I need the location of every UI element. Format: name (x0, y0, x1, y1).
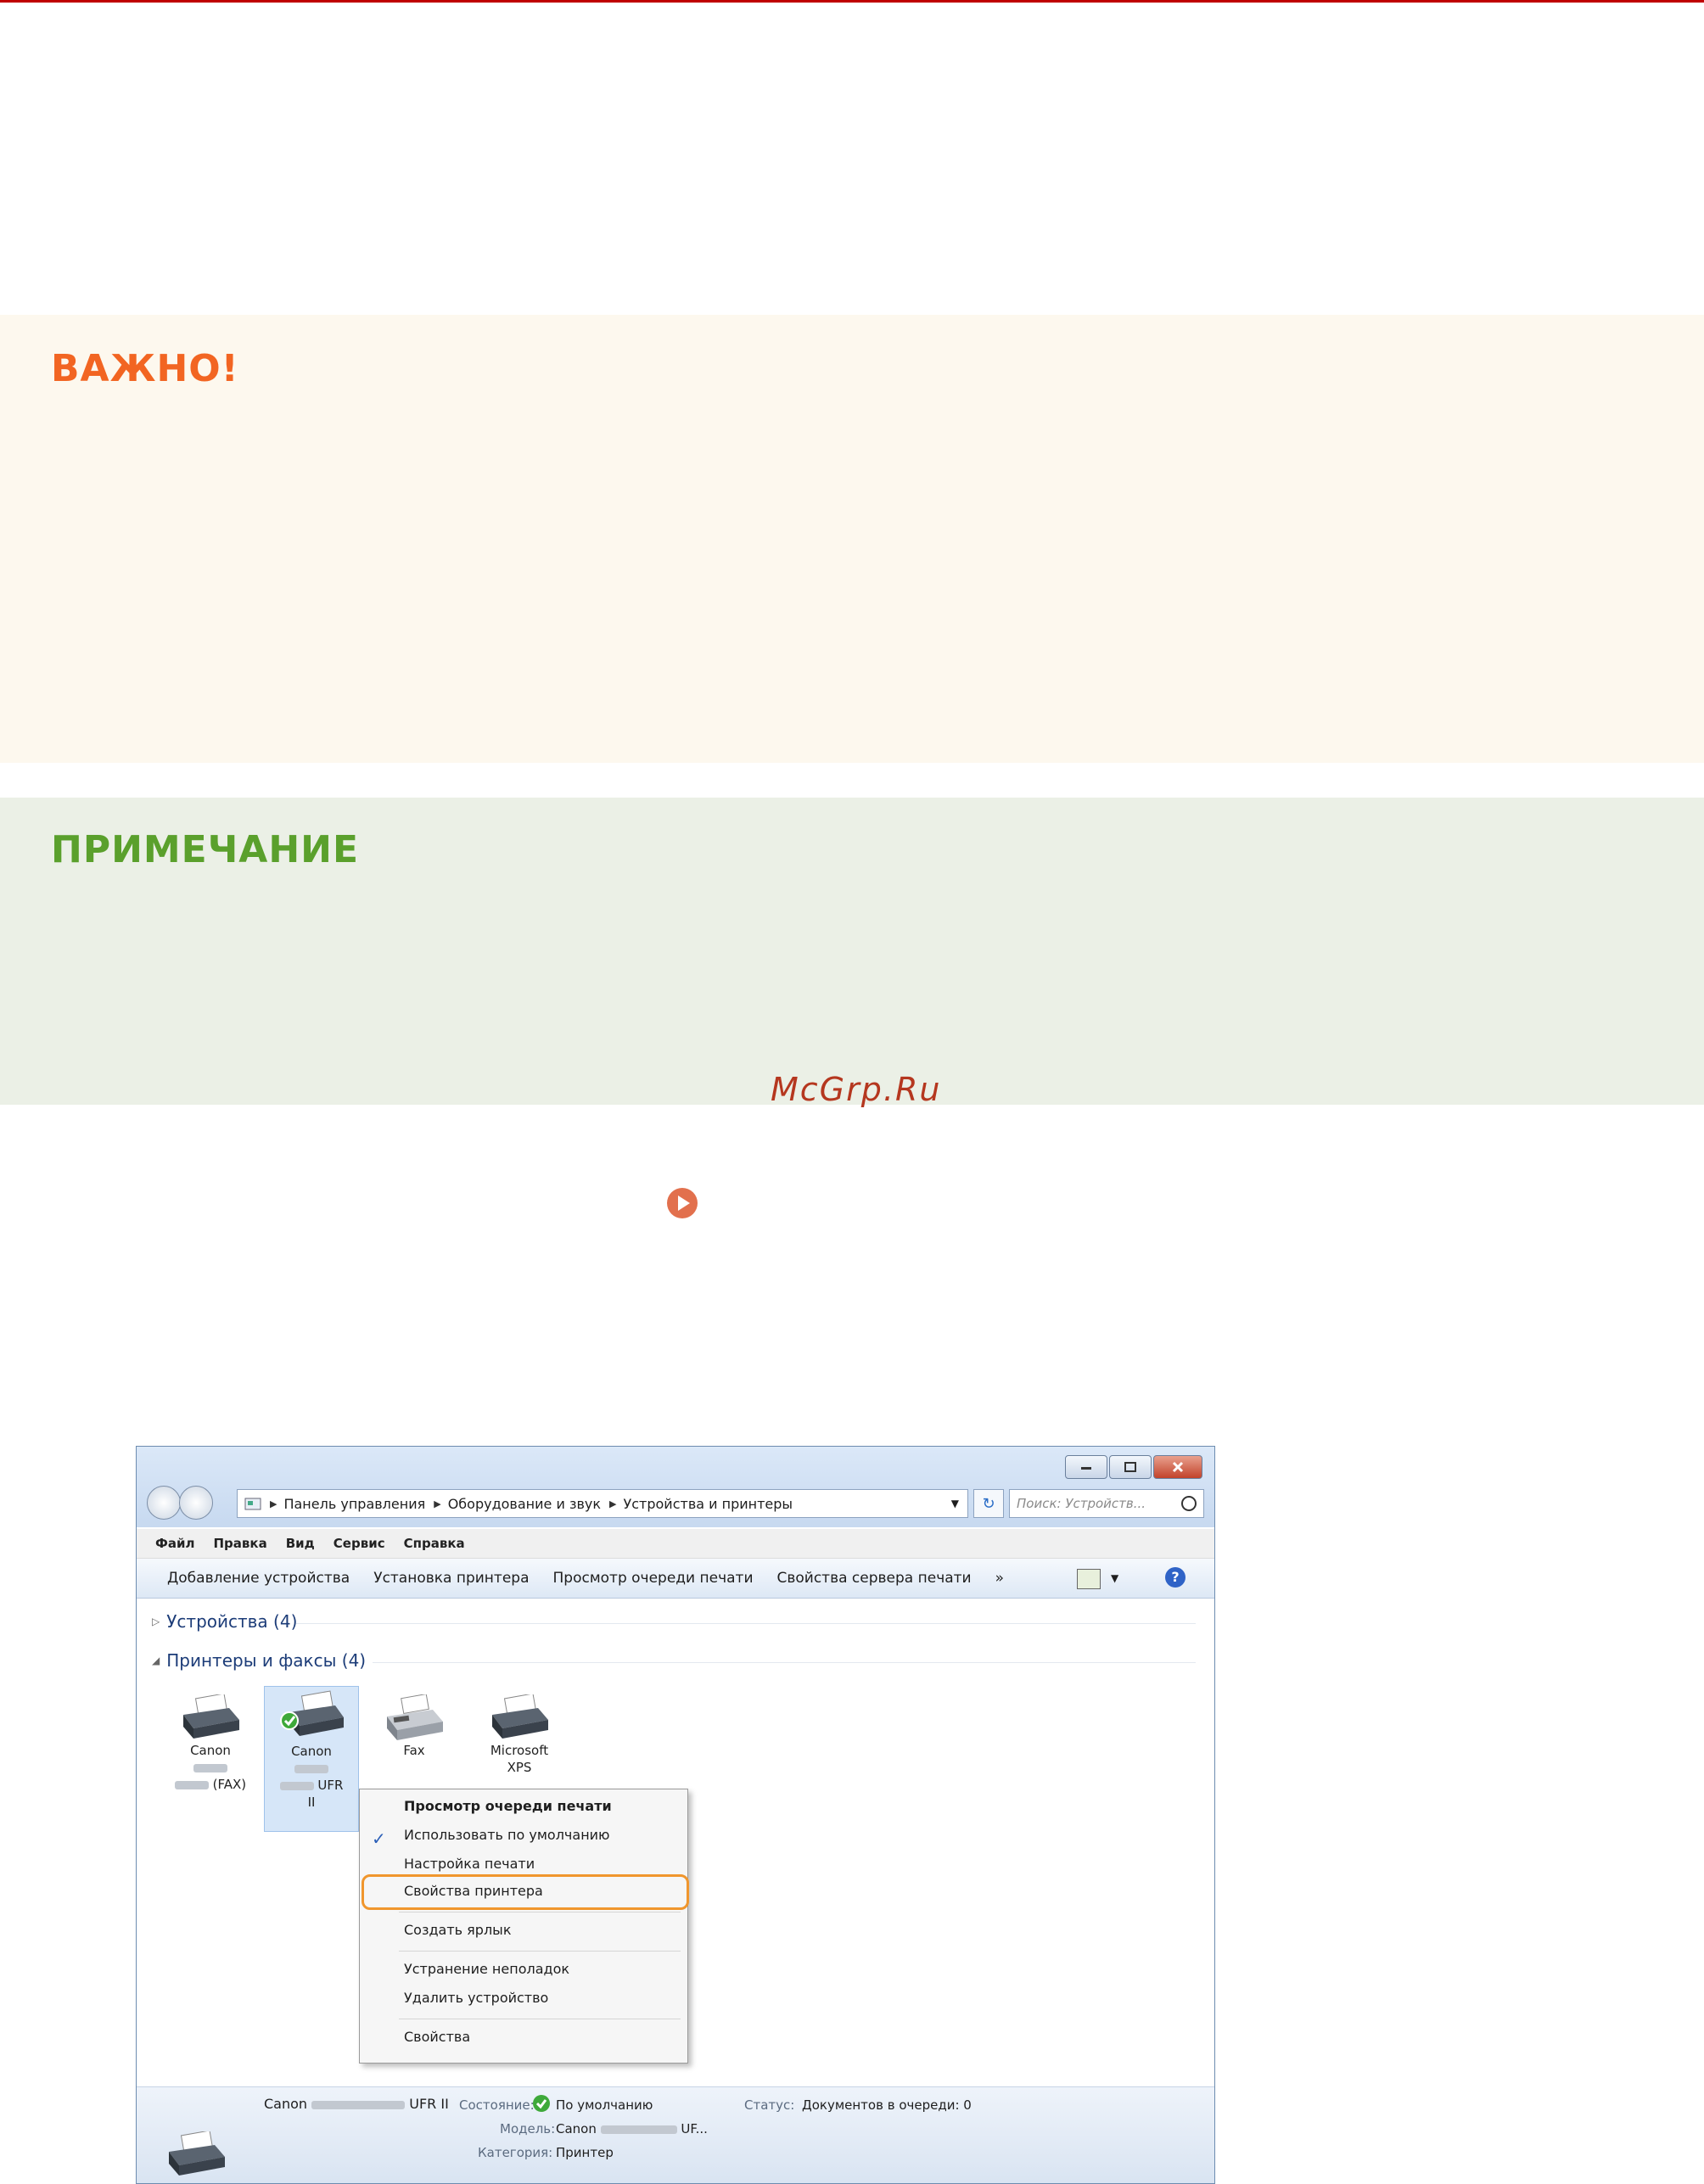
menu-file[interactable]: Файл (155, 1536, 195, 1551)
search-input[interactable]: Поиск: Устройств... (1009, 1489, 1204, 1518)
menu-item-printer-properties[interactable]: Свойства принтера (404, 1883, 543, 1899)
state-label: Состояние: (459, 2097, 535, 2113)
refresh-button[interactable]: ↻ (973, 1489, 1004, 1518)
important-box: ВАЖНО! (0, 315, 1704, 763)
top-rule (0, 0, 1704, 3)
menu-item-troubleshoot[interactable]: Устранение неполадок (404, 1961, 569, 1977)
menu-tools[interactable]: Сервис (334, 1536, 385, 1551)
devices-printers-window: ▶ Панель управления ▶ Оборудование и звук … (136, 1446, 1215, 2184)
model-label: Модель: (500, 2121, 556, 2136)
note-box: ПРИМЕЧАНИЕ (0, 798, 1704, 1105)
breadcrumb-devices-printers[interactable]: Устройства и принтеры (623, 1496, 793, 1512)
menu-item-create-shortcut[interactable]: Создать ярлык (404, 1922, 511, 1938)
minimize-button[interactable] (1065, 1455, 1107, 1479)
printer-icon (183, 1694, 239, 1739)
important-title: ВАЖНО! (51, 347, 239, 390)
window-titlebar: ▶ Панель управления ▶ Оборудование и звук … (137, 1447, 1214, 1527)
close-button[interactable] (1153, 1455, 1202, 1479)
menu-bar: Файл Правка Вид Сервис Справка (137, 1529, 1214, 1559)
details-pane: Canon UFR II Состояние: По умолчанию Ста… (137, 2086, 1214, 2183)
link-arrow-icon[interactable] (665, 1186, 699, 1220)
add-printer-button[interactable]: Установка принтера (373, 1570, 529, 1587)
maximize-icon (1124, 1462, 1136, 1472)
device-fax[interactable]: Fax (367, 1694, 461, 1759)
menu-edit[interactable]: Правка (214, 1536, 267, 1551)
view-queue-button[interactable]: Просмотр очереди печати (553, 1570, 754, 1587)
device-canon-fax[interactable]: Canon (FAX) (164, 1694, 257, 1793)
status-ok-icon (533, 2095, 550, 2112)
context-menu: Просмотр очереди печати ✓ Использовать п… (359, 1789, 689, 2064)
model-prefix: Canon (556, 2121, 597, 2136)
printer-large-icon (169, 2131, 225, 2176)
note-title: ПРИМЕЧАНИЕ (51, 828, 360, 871)
view-options-icon[interactable] (1077, 1569, 1101, 1589)
category-value: Принтер (556, 2145, 614, 2160)
checkmark-icon: ✓ (372, 1828, 386, 1849)
fax-icon (387, 1694, 443, 1740)
breadcrumb-control-panel[interactable]: Панель управления (283, 1496, 425, 1512)
view-dropdown-icon[interactable]: ▼ (1111, 1572, 1118, 1584)
control-panel-icon (244, 1498, 261, 1510)
back-button[interactable] (147, 1486, 181, 1520)
model-suffix: UF... (681, 2121, 708, 2136)
breadcrumb-hardware-sound[interactable]: Оборудование и звук (448, 1496, 601, 1512)
devices-section-header[interactable]: ▷ Устройства (4) (152, 1611, 1196, 1632)
more-commands-button[interactable]: » (995, 1570, 1004, 1587)
device-canon-ufr[interactable]: Canon UFR II (264, 1686, 359, 1832)
details-name-suffix: UFR II (409, 2096, 449, 2112)
printers-section-header[interactable]: ◢ Принтеры и факсы (4) (152, 1650, 1196, 1671)
details-name-prefix: Canon (264, 2096, 308, 2112)
status-label: Статус: (744, 2097, 795, 2113)
printer-icon (492, 1694, 548, 1739)
menu-item-remove-device[interactable]: Удалить устройство (404, 1990, 548, 2006)
close-icon (1172, 1461, 1184, 1473)
maximize-button[interactable] (1109, 1455, 1152, 1479)
help-icon[interactable]: ? (1165, 1567, 1186, 1588)
state-value: По умолчанию (556, 2097, 653, 2113)
menu-item-print-preferences[interactable]: Настройка печати (404, 1856, 535, 1872)
expand-icon: ▷ (152, 1616, 160, 1627)
address-bar[interactable]: ▶ Панель управления ▶ Оборудование и звук … (237, 1489, 968, 1518)
collapse-icon: ◢ (152, 1655, 160, 1666)
category-label: Категория: (478, 2145, 553, 2160)
command-bar: Добавление устройства Установка принтера… (137, 1559, 1214, 1599)
menu-item-properties[interactable]: Свойства (404, 2029, 470, 2045)
address-dropdown-icon[interactable]: ▼ (951, 1498, 959, 1509)
menu-view[interactable]: Вид (286, 1536, 315, 1551)
server-properties-button[interactable]: Свойства сервера печати (777, 1570, 972, 1587)
printer-default-icon (280, 1690, 344, 1736)
menu-item-view-queue[interactable]: Просмотр очереди печати (404, 1798, 612, 1814)
menu-item-set-default[interactable]: Использовать по умолчанию (404, 1827, 610, 1843)
search-icon (1181, 1496, 1197, 1511)
device-microsoft-xps[interactable]: Microsoft XPS (473, 1694, 566, 1776)
forward-button[interactable] (179, 1486, 213, 1520)
status-value: Документов в очереди: 0 (802, 2097, 972, 2113)
add-device-button[interactable]: Добавление устройства (167, 1570, 350, 1587)
minimize-icon (1081, 1467, 1091, 1470)
menu-help[interactable]: Справка (404, 1536, 465, 1551)
watermark: McGrp.Ru (771, 1071, 942, 1108)
